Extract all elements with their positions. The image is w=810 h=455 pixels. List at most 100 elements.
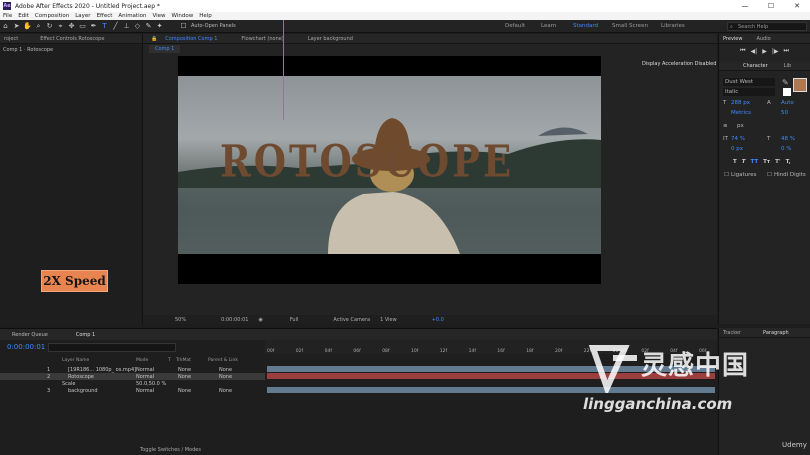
menu-animation[interactable]: Animation <box>118 13 146 19</box>
small-caps-button[interactable]: Tт <box>763 159 770 165</box>
type-tool-icon[interactable]: T <box>100 22 109 31</box>
maximize-button[interactable]: ☐ <box>758 0 784 12</box>
menu-help[interactable]: Help <box>199 13 212 19</box>
layer-parent[interactable]: None <box>219 367 232 373</box>
layer-name[interactable]: Rotoscope <box>68 374 94 380</box>
view-layout-dropdown[interactable]: 1 View <box>380 317 397 323</box>
font-size-value[interactable]: 288 px <box>731 100 750 106</box>
workspace-libraries[interactable]: Libraries <box>661 23 685 29</box>
next-frame-icon[interactable]: |▶ <box>772 48 779 55</box>
tab-paragraph[interactable]: Paragraph <box>763 330 789 336</box>
font-style-dropdown[interactable]: Italic <box>723 88 775 96</box>
font-family-dropdown[interactable]: Dust West <box>723 78 775 86</box>
layer-number[interactable]: 3 <box>47 388 50 394</box>
rotoscope-title-text[interactable]: ROTOSCOPE <box>220 135 514 188</box>
rotate-tool-icon[interactable]: ↻ <box>45 22 54 31</box>
rectangle-tool-icon[interactable]: ▭ <box>78 22 87 31</box>
brush-tool-icon[interactable]: ╱ <box>111 22 120 31</box>
tab-preview[interactable]: Preview <box>723 36 742 42</box>
workspace-standard[interactable]: Standard <box>573 23 598 29</box>
composition-canvas[interactable]: ROTOSCOPE <box>178 56 601 284</box>
hand-tool-icon[interactable]: ✋ <box>23 22 32 31</box>
magnification-dropdown[interactable]: 50% <box>175 317 186 323</box>
play-icon[interactable]: ▶ <box>762 48 767 55</box>
layer-mode[interactable]: Normal <box>136 388 154 394</box>
layer-name[interactable]: background <box>68 388 98 394</box>
camera-tool-icon[interactable]: ⌖ <box>56 22 65 31</box>
workspace-default[interactable]: Default <box>505 23 525 29</box>
menu-window[interactable]: Window <box>172 13 194 19</box>
layer-mode[interactable]: Normal <box>136 374 154 380</box>
timeline-timecode[interactable]: 0:00:00:01 <box>7 343 45 351</box>
horizontal-scale-value[interactable]: 48 % <box>781 136 795 142</box>
tab-audio[interactable]: Audio <box>756 36 770 42</box>
tracking-value[interactable]: 50 <box>781 110 788 116</box>
menu-edit[interactable]: Edit <box>18 13 29 19</box>
layer-row[interactable]: Scale 50.0,50.0 % <box>0 380 265 387</box>
workspace-learn[interactable]: Learn <box>541 23 556 29</box>
minimize-button[interactable]: — <box>732 0 758 12</box>
resolution-dropdown[interactable]: Full <box>290 317 299 323</box>
faux-bold-button[interactable]: T <box>733 159 737 165</box>
puppet-tool-icon[interactable]: ✦ <box>155 22 164 31</box>
layer-row[interactable]: 2 Rotoscope Normal None None <box>0 373 265 380</box>
camera-icon[interactable]: ◉ <box>258 317 262 323</box>
tab-tracker[interactable]: Tracker <box>723 330 741 336</box>
current-time-display[interactable]: 0:00:00:01 <box>221 317 248 323</box>
menu-composition[interactable]: Composition <box>35 13 69 19</box>
kerning-value[interactable]: Metrics <box>731 110 751 116</box>
pan-behind-tool-icon[interactable]: ✥ <box>67 22 76 31</box>
tab-libraries[interactable]: Lib <box>784 63 791 69</box>
search-help-input[interactable]: ⌕ Search Help <box>727 22 807 31</box>
menu-view[interactable]: View <box>152 13 165 19</box>
selection-tool-icon[interactable]: ➤ <box>12 22 21 31</box>
layer-row[interactable]: 3 background Normal None None <box>0 387 265 394</box>
stroke-color-swatch[interactable] <box>783 88 791 96</box>
active-camera-dropdown[interactable]: Active Camera <box>333 317 370 323</box>
layer-name[interactable]: [19R186... 1080p_ os.mp4] <box>68 367 136 373</box>
leading-value[interactable]: Auto <box>781 100 794 106</box>
layer-mode[interactable]: Normal <box>136 367 154 373</box>
tab-render-queue[interactable]: Render Queue <box>12 332 48 338</box>
tab-character[interactable]: Character <box>743 63 768 69</box>
layer-mode[interactable]: 50.0,50.0 % <box>136 381 166 387</box>
layer-name[interactable]: Scale <box>62 381 75 387</box>
layer-number[interactable]: 2 <box>47 374 50 380</box>
layer-trkmat[interactable]: None <box>178 374 191 380</box>
timeline-search-input[interactable] <box>48 343 176 352</box>
vertical-scale-value[interactable]: 74 % <box>731 136 745 142</box>
layer-trkmat[interactable]: None <box>178 367 191 373</box>
home-icon[interactable]: ⌂ <box>1 22 10 31</box>
superscript-button[interactable]: T' <box>775 159 780 165</box>
menu-file[interactable]: File <box>3 13 12 19</box>
close-button[interactable]: ✕ <box>784 0 810 12</box>
prev-frame-icon[interactable]: ◀| <box>751 48 758 55</box>
layer-number[interactable]: 1 <box>47 367 50 373</box>
faux-italic-button[interactable]: T <box>742 159 746 165</box>
layer-parent[interactable]: None <box>219 388 232 394</box>
playhead[interactable] <box>283 20 284 120</box>
first-frame-icon[interactable]: ⏮ <box>740 47 745 55</box>
toggle-switches-modes[interactable]: Toggle Switches / Modes <box>140 447 201 453</box>
tab-effect-controls[interactable]: Effect Controls Rotoscope <box>40 36 104 42</box>
roto-brush-tool-icon[interactable]: ✎ <box>144 22 153 31</box>
zoom-tool-icon[interactable]: ⌕ <box>34 22 43 31</box>
stroke-unit[interactable]: px <box>737 123 744 129</box>
menu-effect[interactable]: Effect <box>97 13 113 19</box>
tab-composition[interactable]: Composition Comp 1 <box>165 36 217 42</box>
snapping-checkbox-icon[interactable]: ☐ <box>179 22 188 31</box>
tab-flowchart[interactable]: Flowchart (none) <box>241 36 283 42</box>
clone-stamp-tool-icon[interactable]: ⊥ <box>122 22 131 31</box>
layer-row[interactable]: 1 [19R186... 1080p_ os.mp4] Normal None None <box>0 366 265 373</box>
eraser-tool-icon[interactable]: ◇ <box>133 22 142 31</box>
baseline-shift-value[interactable]: 0 px <box>731 146 743 152</box>
tab-comp-1[interactable]: Comp 1 <box>76 332 95 338</box>
subscript-button[interactable]: T, <box>786 159 791 165</box>
last-frame-icon[interactable]: ⏭ <box>783 47 788 55</box>
pen-tool-icon[interactable]: ✒ <box>89 22 98 31</box>
layer-trkmat[interactable]: None <box>178 388 191 394</box>
comp-breadcrumb[interactable]: Comp 1 <box>149 45 181 53</box>
all-caps-button[interactable]: TT <box>751 159 759 165</box>
eyedropper-icon[interactable]: ✎ <box>782 78 789 87</box>
hindi-digits-checkbox[interactable]: ☐ <box>767 172 772 178</box>
